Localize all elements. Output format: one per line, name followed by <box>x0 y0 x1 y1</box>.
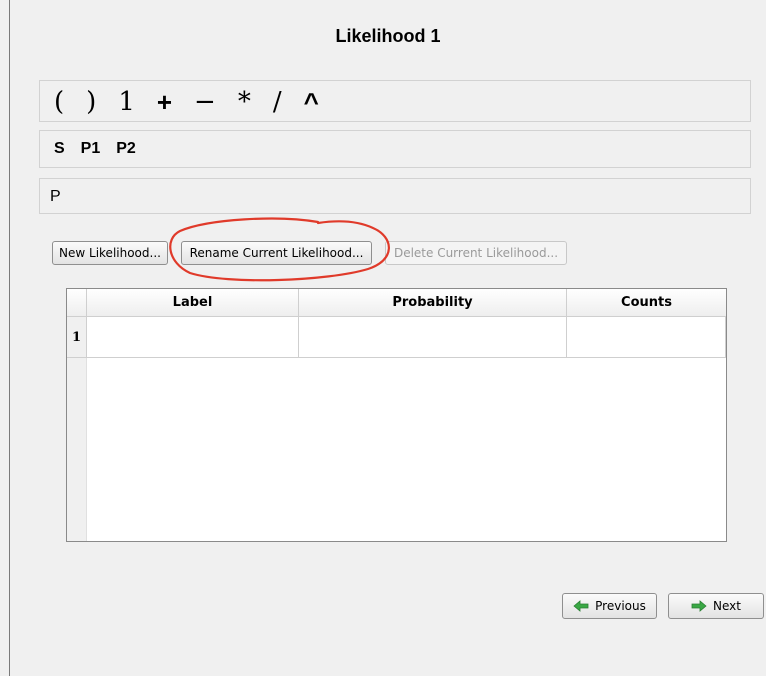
row-number[interactable]: 1 <box>67 317 87 357</box>
delete-likelihood-button[interactable]: Delete Current Likelihood... <box>385 241 567 265</box>
operator-toolbar: ( ) 1 + − * / ^ <box>39 80 751 122</box>
table-corner-header <box>67 289 87 316</box>
column-header-label[interactable]: Label <box>87 289 299 316</box>
expression-field[interactable]: P <box>39 178 751 214</box>
table-row: 1 <box>67 317 726 358</box>
previous-label: Previous <box>595 599 646 613</box>
window-left-border <box>9 0 10 676</box>
operator-minus[interactable]: − <box>194 87 216 117</box>
variable-p1[interactable]: P1 <box>81 140 101 158</box>
operator-power[interactable]: ^ <box>304 87 319 118</box>
expression-text: P <box>50 188 61 205</box>
operator-one[interactable]: 1 <box>118 87 135 117</box>
table-header: Label Probability Counts <box>67 289 726 317</box>
rename-likelihood-button[interactable]: Rename Current Likelihood... <box>181 241 372 265</box>
next-button[interactable]: Next <box>668 593 764 619</box>
variable-toolbar: S P1 P2 <box>39 130 751 168</box>
next-label: Next <box>713 599 741 613</box>
column-header-probability[interactable]: Probability <box>299 289 567 316</box>
operator-multiply[interactable]: * <box>238 87 251 117</box>
likelihood-panel: Likelihood 1 ( ) 1 + − * / ^ S P1 P2 P N… <box>0 0 766 676</box>
likelihood-table: Label Probability Counts 1 <box>66 288 727 542</box>
column-header-counts[interactable]: Counts <box>567 289 726 316</box>
page-title: Likelihood 1 <box>335 26 441 46</box>
left-arrow-icon <box>573 600 589 612</box>
cell-counts[interactable] <box>567 317 726 357</box>
operator-open-paren[interactable]: ( <box>54 87 64 117</box>
row-header-gutter <box>67 358 87 541</box>
cell-label[interactable] <box>87 317 299 357</box>
variable-p2[interactable]: P2 <box>116 140 136 158</box>
previous-button[interactable]: Previous <box>562 593 657 619</box>
operator-divide[interactable]: / <box>273 87 282 117</box>
right-arrow-icon <box>691 600 707 612</box>
cell-probability[interactable] <box>299 317 567 357</box>
operator-close-paren[interactable]: ) <box>86 87 96 117</box>
operator-plus[interactable]: + <box>157 87 172 118</box>
variable-s[interactable]: S <box>54 140 65 158</box>
new-likelihood-button[interactable]: New Likelihood... <box>52 241 168 265</box>
